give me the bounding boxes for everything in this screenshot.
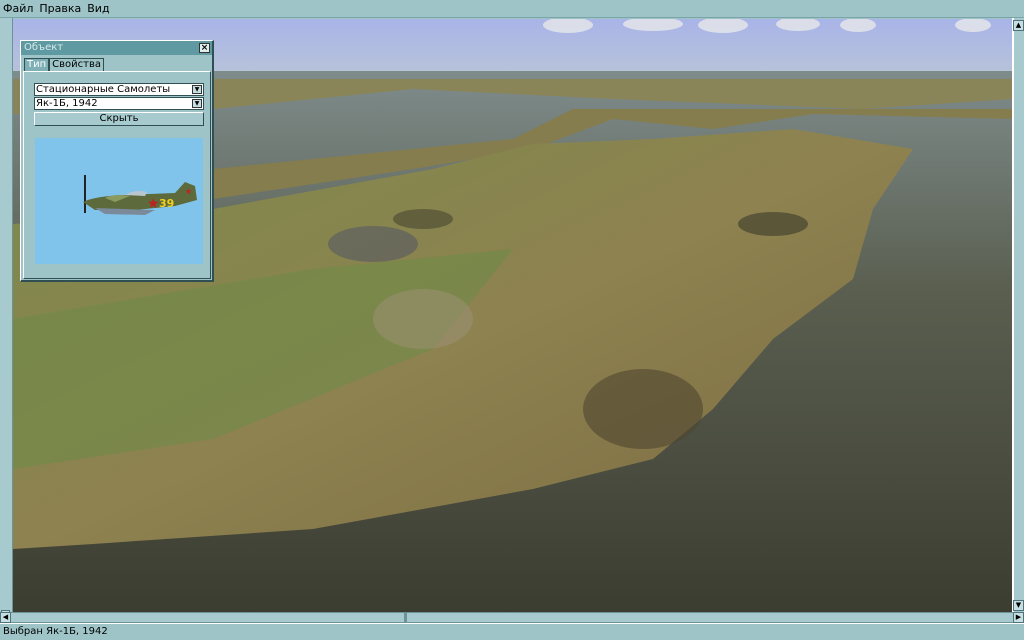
type-panel: Стационарные Самолеты ▼ Як-1Б, 1942 ▼ Ск… xyxy=(23,71,211,279)
object-select-value: Як-1Б, 1942 xyxy=(36,98,98,109)
tab-type[interactable]: Тип xyxy=(24,58,50,71)
horizontal-scrollbar[interactable]: ◀ ▶ xyxy=(0,612,1024,623)
status-bar: Выбран Як-1Б, 1942 xyxy=(0,623,1024,640)
scroll-right-arrow-icon[interactable]: ▶ xyxy=(1013,612,1024,623)
left-slider[interactable] xyxy=(0,18,13,616)
chevron-down-icon[interactable]: ▼ xyxy=(192,99,202,108)
object-select[interactable]: Як-1Б, 1942 ▼ xyxy=(34,97,204,110)
scroll-left-arrow-icon[interactable]: ◀ xyxy=(0,612,11,623)
chevron-down-icon[interactable]: ▼ xyxy=(192,85,202,94)
aircraft-image: ★ 39 ★ xyxy=(83,175,197,215)
svg-text:★: ★ xyxy=(147,196,160,212)
svg-text:★: ★ xyxy=(185,187,192,196)
status-text: Выбран Як-1Б, 1942 xyxy=(3,626,108,637)
scroll-up-arrow-icon[interactable]: ▲ xyxy=(1013,20,1024,31)
scroll-down-arrow-icon[interactable]: ▼ xyxy=(1013,600,1024,611)
object-dialog: Объект × Тип Свойства Стационарные Самол… xyxy=(20,40,214,282)
dialog-title-bar[interactable]: Объект × xyxy=(21,41,212,55)
dialog-title: Объект xyxy=(24,42,64,53)
hide-button[interactable]: Скрыть xyxy=(34,112,204,126)
aircraft-preview: ★ 39 ★ xyxy=(35,138,203,264)
category-select-value: Стационарные Самолеты xyxy=(36,84,171,95)
category-select[interactable]: Стационарные Самолеты ▼ xyxy=(34,83,204,96)
aircraft-number: 39 xyxy=(159,197,174,210)
menu-edit[interactable]: Правка xyxy=(39,2,81,15)
menu-file[interactable]: Файл xyxy=(3,2,33,15)
vertical-scrollbar[interactable]: ▲ ▼ xyxy=(1012,18,1024,613)
horizontal-scroll-thumb[interactable] xyxy=(404,613,407,623)
tab-properties[interactable]: Свойства xyxy=(49,58,104,71)
close-icon[interactable]: × xyxy=(199,43,210,53)
menu-view[interactable]: Вид xyxy=(87,2,109,15)
menu-bar: Файл Правка Вид xyxy=(0,0,1024,18)
